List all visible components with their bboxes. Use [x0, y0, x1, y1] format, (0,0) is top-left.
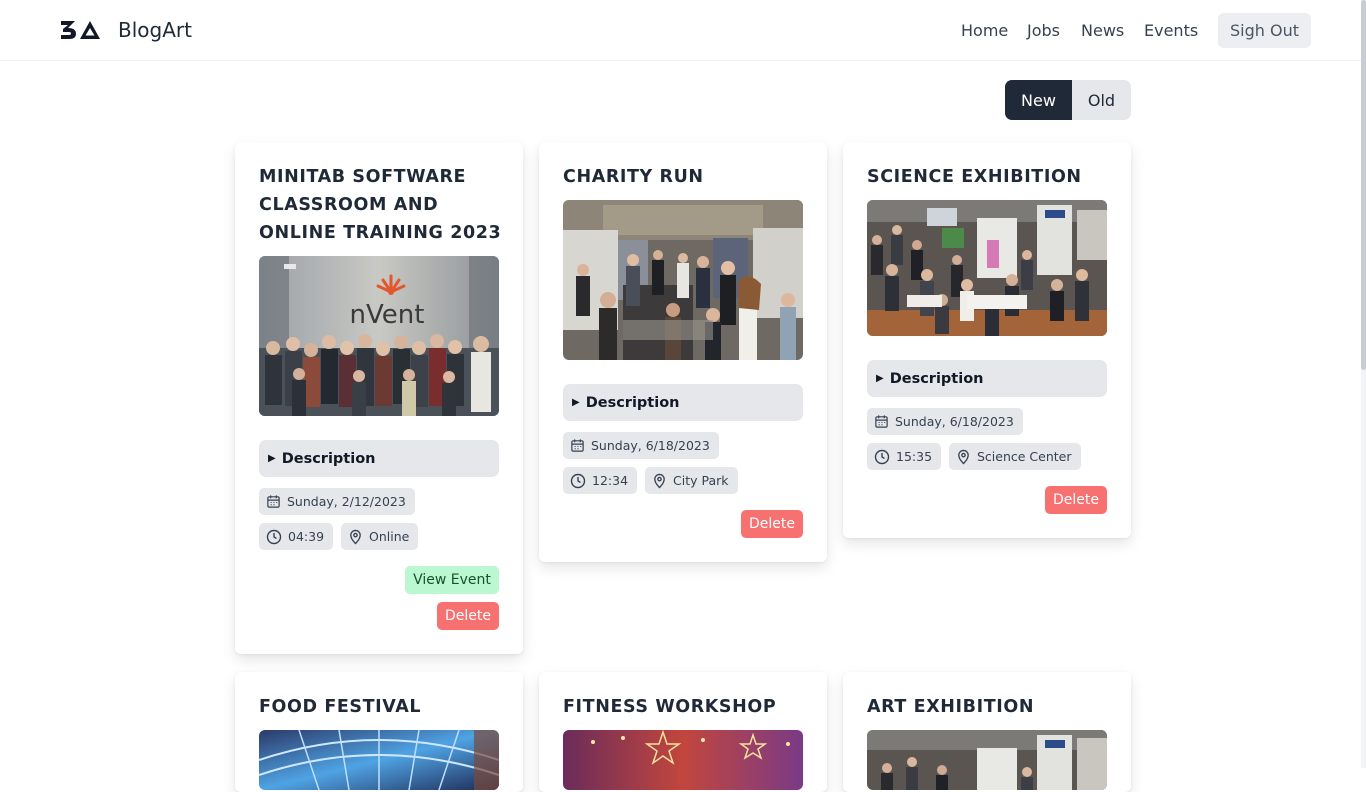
event-time: 12:34: [592, 473, 629, 488]
clock-icon: [570, 473, 586, 488]
event-title: SCIENCE EXHIBITION: [867, 167, 1082, 187]
clock-icon: [874, 449, 890, 464]
sort-toggle: New Old: [1005, 80, 1131, 120]
event-image: [867, 730, 1107, 790]
event-title: CHARITY RUN: [563, 167, 704, 187]
location-chip: City Park: [645, 467, 738, 494]
delete-button[interactable]: Delete: [437, 602, 499, 630]
event-image: [563, 730, 803, 790]
description-label: Description: [281, 450, 376, 467]
expand-triangle-icon: ▶: [268, 453, 276, 464]
date-chip: Sunday, 6/18/2023: [563, 432, 719, 459]
clock-icon: [266, 529, 282, 544]
event-date: Sunday, 6/18/2023: [591, 438, 710, 453]
logo-mark-icon[interactable]: [60, 19, 102, 41]
page-scrollbar[interactable]: [1361, 0, 1366, 768]
event-title: FOOD FESTIVAL: [259, 697, 422, 717]
calendar-icon: [571, 439, 584, 452]
event-image: [867, 200, 1107, 336]
nav-link-news[interactable]: News: [1081, 21, 1124, 40]
event-location: Online: [369, 529, 410, 544]
event-card: FITNESS WORKSHOP: [539, 672, 827, 792]
event-date: Sunday, 2/12/2023: [287, 494, 406, 509]
time-chip: 15:35: [867, 443, 942, 470]
map-pin-icon: [958, 449, 969, 465]
event-location: Science Center: [977, 449, 1072, 464]
expand-triangle-icon: ▶: [572, 397, 580, 408]
expand-triangle-icon: ▶: [876, 373, 884, 384]
description-toggle[interactable]: ▶ Description: [259, 440, 499, 477]
date-chip: Sunday, 6/18/2023: [867, 408, 1023, 435]
brand-name[interactable]: BlogArt: [118, 18, 192, 42]
nvent-logo-text: nVent: [350, 300, 425, 330]
event-time: 15:35: [896, 449, 933, 464]
nav-link-events[interactable]: Events: [1144, 21, 1198, 40]
description-label: Description: [889, 370, 984, 387]
sign-out-button[interactable]: Sigh Out: [1218, 13, 1311, 48]
event-card: FOOD FESTIVAL: [235, 672, 523, 792]
description-toggle[interactable]: ▶ Description: [563, 384, 803, 421]
description-label: Description: [585, 394, 680, 411]
description-toggle[interactable]: ▶ Description: [867, 360, 1107, 397]
delete-button[interactable]: Delete: [1045, 486, 1107, 514]
calendar-icon: [875, 415, 888, 428]
map-pin-icon: [654, 473, 665, 489]
sort-old-button[interactable]: Old: [1072, 80, 1131, 120]
event-title: ART EXHIBITION: [867, 697, 1035, 717]
event-card: SCIENCE EXHIBITION ▶ Description Sunday,…: [843, 142, 1131, 538]
time-chip: 12:34: [563, 467, 638, 494]
event-date: Sunday, 6/18/2023: [895, 414, 1014, 429]
event-time: 04:39: [288, 529, 325, 544]
location-chip: Science Center: [949, 443, 1081, 470]
map-pin-icon: [350, 529, 361, 545]
event-location: City Park: [673, 473, 729, 488]
scrollbar-thumb[interactable]: [1361, 0, 1366, 370]
event-title: FITNESS WORKSHOP: [563, 697, 777, 717]
date-chip: Sunday, 2/12/2023: [259, 488, 415, 515]
event-image: [563, 200, 803, 360]
event-title: MINITAB SOFTWARE CLASSROOM AND ONLINE TR…: [259, 167, 502, 243]
location-chip: Online: [341, 523, 419, 550]
event-card: MINITAB SOFTWARE CLASSROOM AND ONLINE TR…: [235, 142, 523, 654]
view-event-button[interactable]: View Event: [405, 566, 499, 594]
top-navbar: BlogArt Home Jobs News Events Sigh Out: [0, 0, 1366, 61]
calendar-icon: [267, 495, 280, 508]
event-card: ART EXHIBITION: [843, 672, 1131, 792]
event-image: nVent: [259, 256, 499, 416]
event-card: CHARITY RUN ▶ Description Sunday, 6/18/2…: [539, 142, 827, 562]
delete-button[interactable]: Delete: [741, 510, 803, 538]
time-chip: 04:39: [259, 523, 334, 550]
sort-new-button[interactable]: New: [1005, 80, 1072, 120]
nav-link-home[interactable]: Home: [961, 21, 1008, 40]
event-image: [259, 730, 499, 790]
nav-link-jobs[interactable]: Jobs: [1027, 21, 1060, 40]
